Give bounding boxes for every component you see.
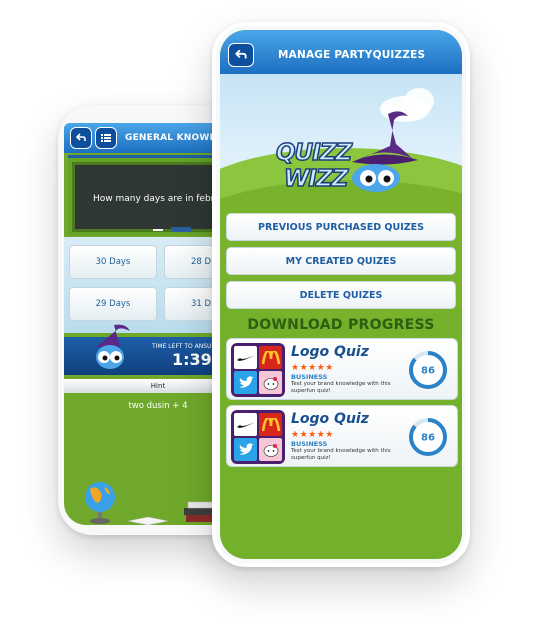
- globe-icon: [85, 482, 115, 524]
- hello-kitty-logo-icon: [259, 371, 282, 394]
- answer-button-3[interactable]: 29 Days: [69, 287, 157, 321]
- back-button[interactable]: [70, 127, 92, 149]
- menu-button[interactable]: [95, 127, 117, 149]
- back-arrow-icon: [75, 133, 86, 141]
- eraser-icon: [171, 227, 191, 232]
- logo-quiz-icon: [231, 410, 285, 464]
- logo-quiz-icon: [231, 343, 285, 397]
- progress-value: 86: [421, 433, 435, 444]
- twitter-logo-icon: [234, 438, 257, 461]
- open-book-icon: [127, 516, 169, 525]
- download-card-1[interactable]: Logo Quiz ★★★★★ BUSINESS Test your brand…: [226, 338, 458, 400]
- timer-value: 1:39: [172, 350, 212, 369]
- wizard-mascot-icon: [96, 324, 130, 369]
- my-created-quizes-button[interactable]: MY CREATED QUIZES: [226, 247, 456, 275]
- nike-logo-icon: [234, 346, 257, 369]
- front-header-bar: MANAGE PARTYQUIZZES: [220, 30, 462, 74]
- progress-ring: 86: [409, 418, 447, 456]
- card-title: Logo Quiz: [291, 411, 369, 427]
- hello-kitty-logo-icon: [259, 438, 282, 461]
- mcdonalds-logo-icon: [259, 346, 282, 369]
- answer-button-1[interactable]: 30 Days: [69, 245, 157, 279]
- question-text: How many days are in febru: [93, 194, 221, 204]
- back-arrow-icon: [235, 49, 247, 59]
- download-progress-title: DOWNLOAD PROGRESS: [247, 317, 435, 333]
- mcdonalds-logo-icon: [259, 413, 282, 436]
- twitter-logo-icon: [234, 371, 257, 394]
- chalk-icon: [153, 229, 163, 231]
- front-phone: MANAGE PARTYQUIZZES QUIZZ WIZZ PREVIOUS …: [212, 22, 470, 567]
- card-description: Test your brand knowledge with this supe…: [291, 381, 391, 394]
- previous-purchased-quizes-button[interactable]: PREVIOUS PURCHASED QUIZES: [226, 213, 456, 241]
- timer-label: TIME LEFT TO ANSU: [152, 343, 212, 350]
- card-title: Logo Quiz: [291, 344, 369, 360]
- progress-ring: 86: [409, 351, 447, 389]
- back-button[interactable]: [228, 43, 254, 67]
- rating-stars-icon: ★★★★★: [291, 363, 334, 373]
- menu-list-icon: [101, 134, 111, 142]
- rating-stars-icon: ★★★★★: [291, 430, 334, 440]
- card-description: Test your brand knowledge with this supe…: [291, 448, 391, 461]
- progress-value: 86: [421, 366, 435, 377]
- download-card-2[interactable]: Logo Quiz ★★★★★ BUSINESS Test your brand…: [226, 405, 458, 467]
- wizard-mascot-icon: [352, 111, 418, 192]
- card-category: BUSINESS: [291, 373, 328, 381]
- delete-quizes-button[interactable]: DELETE QUIZES: [226, 281, 456, 309]
- card-category: BUSINESS: [291, 440, 328, 448]
- nike-logo-icon: [234, 413, 257, 436]
- front-phone-screen: MANAGE PARTYQUIZZES QUIZZ WIZZ PREVIOUS …: [220, 30, 462, 559]
- front-header-title: MANAGE PARTYQUIZZES: [278, 49, 426, 61]
